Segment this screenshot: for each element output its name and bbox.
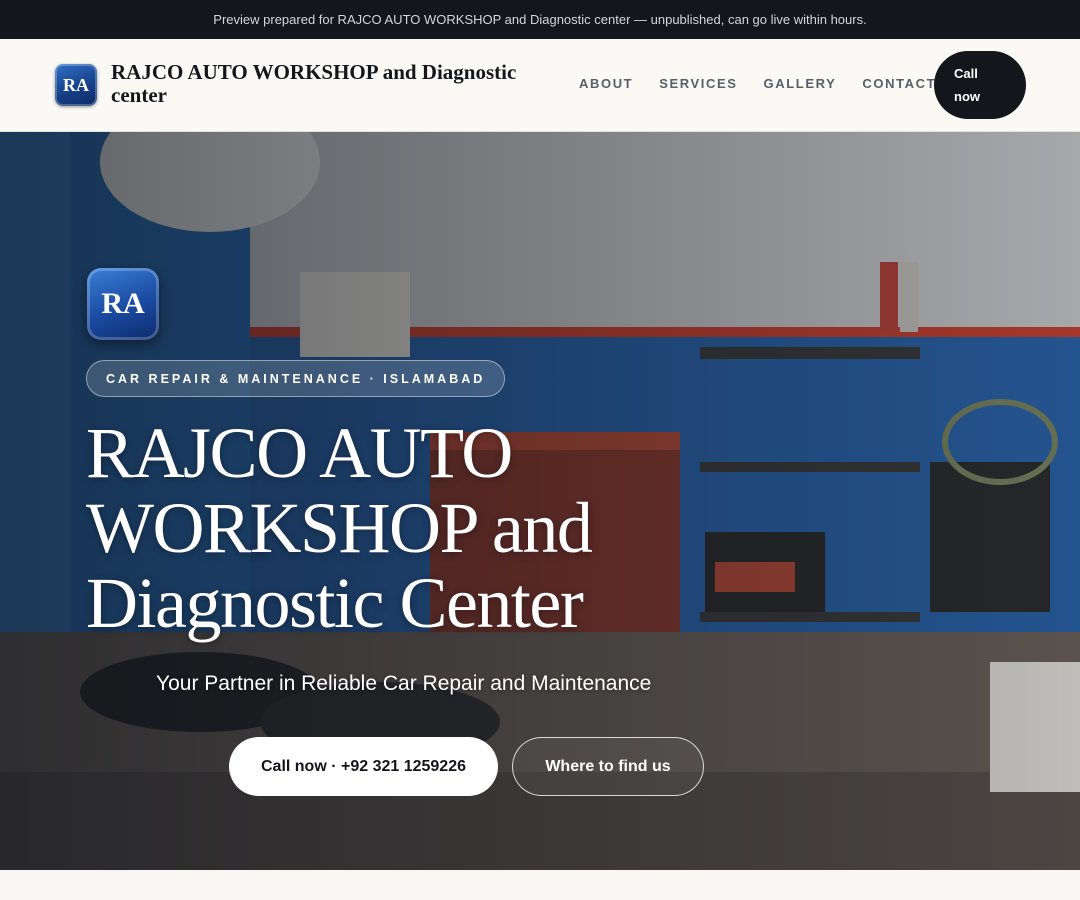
preview-banner-text: Preview prepared for RAJCO AUTO WORKSHOP…	[213, 12, 867, 27]
site-header: RA RAJCO AUTO WORKSHOP and Diagnostic ce…	[0, 39, 1080, 132]
call-now-button[interactable]: Call now · +92 321 1259226	[229, 737, 498, 796]
find-us-button[interactable]: Where to find us	[512, 737, 704, 796]
nav-services[interactable]: SERVICES	[659, 76, 737, 91]
hero-tagline: CAR REPAIR & MAINTENANCE · ISLAMABAD	[86, 360, 506, 397]
brand-name[interactable]: RAJCO AUTO WORKSHOP and Diagnostic cente…	[111, 61, 561, 107]
nav-gallery[interactable]: GALLERY	[764, 76, 837, 91]
hero-logo: RA	[87, 268, 159, 340]
brand-logo[interactable]: RA	[55, 64, 97, 106]
hero-section: RA CAR REPAIR & MAINTENANCE · ISLAMABAD …	[0, 132, 1080, 870]
header-call-button[interactable]: Call now	[934, 51, 1026, 119]
nav-about[interactable]: ABOUT	[579, 76, 633, 91]
main-nav: ABOUT SERVICES GALLERY CONTACT	[579, 76, 962, 91]
header-call-label-line1: Call	[954, 66, 978, 81]
nav-contact[interactable]: CONTACT	[862, 76, 936, 91]
hero-subtitle: Your Partner in Reliable Car Repair and …	[156, 672, 652, 695]
next-section	[0, 870, 1080, 900]
hero-title: RAJCO AUTO WORKSHOP and Diagnostic Cente…	[86, 413, 593, 643]
header-call-label-line2: now	[954, 89, 980, 104]
preview-banner: Preview prepared for RAJCO AUTO WORKSHOP…	[0, 0, 1080, 39]
